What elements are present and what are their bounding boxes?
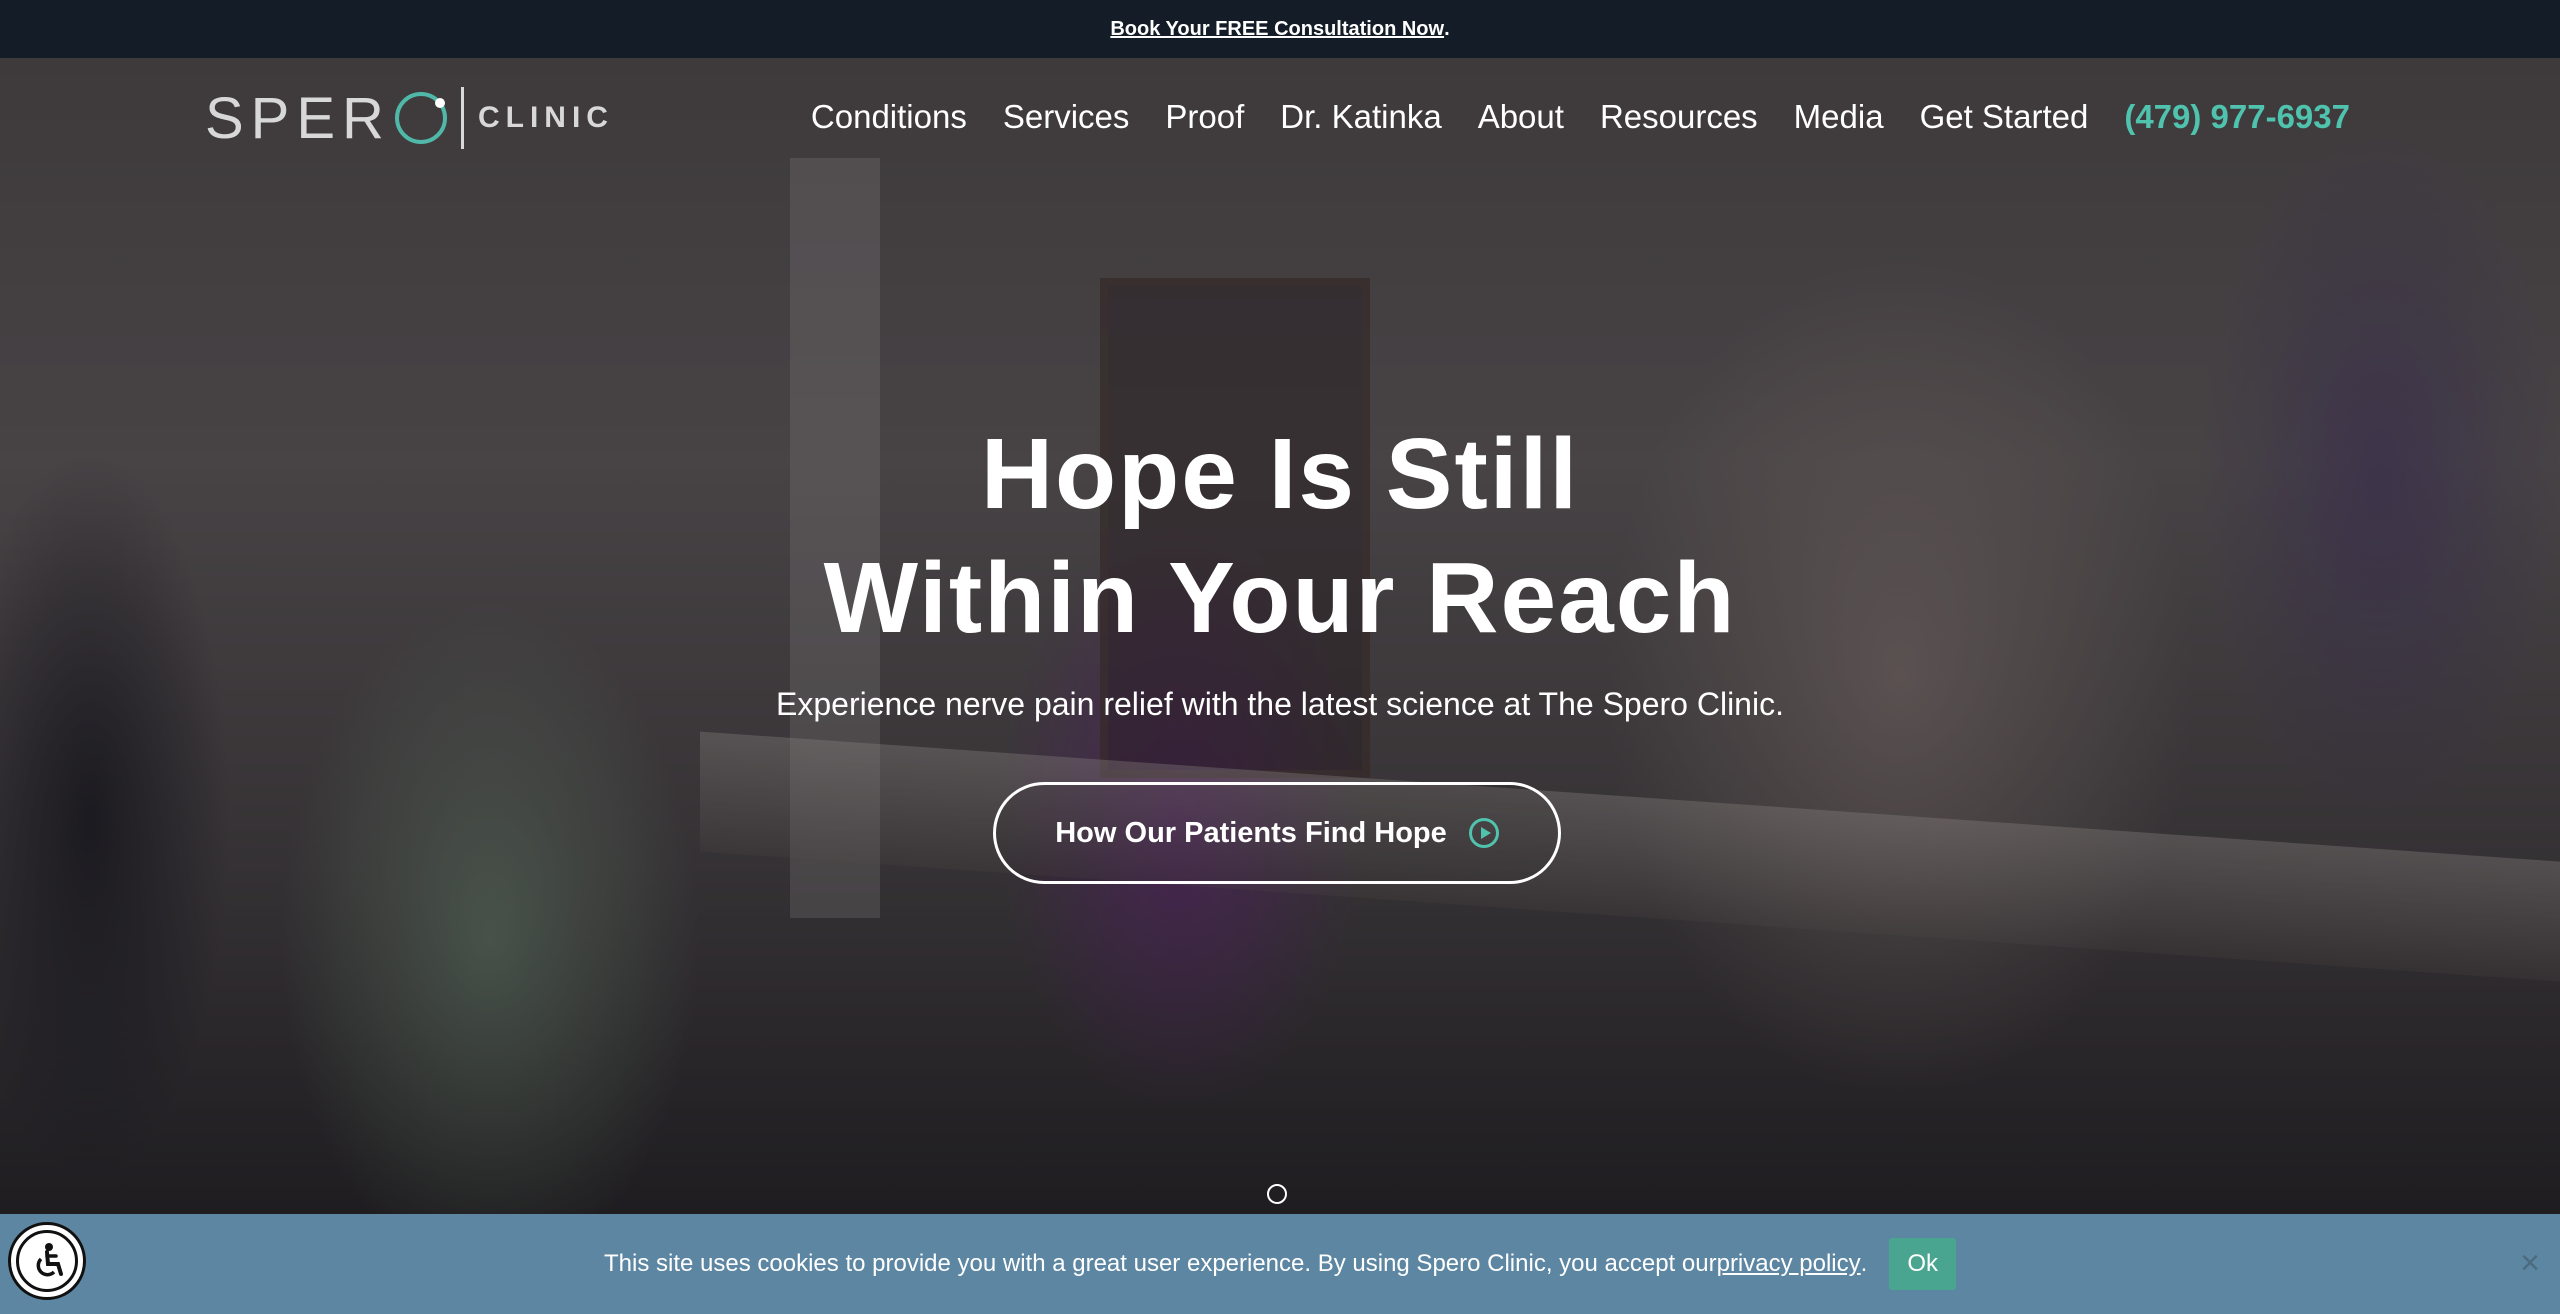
nav-item-services[interactable]: Services — [1003, 98, 1130, 136]
banner-suffix: . — [1444, 17, 1450, 40]
hero-subtitle: Experience nerve pain relief with the la… — [776, 686, 1784, 722]
hero-title: Hope Is Still Within Your Reach — [0, 412, 2560, 660]
play-circle-icon — [1468, 818, 1499, 848]
cookie-banner: This site uses cookies to provide you wi… — [0, 1214, 2560, 1314]
nav-item-media[interactable]: Media — [1794, 98, 1884, 136]
accessibility-button[interactable] — [8, 1222, 86, 1300]
nav-item-resources[interactable]: Resources — [1600, 98, 1758, 136]
spero-clinic-logo[interactable]: SPER CLINIC — [205, 85, 614, 151]
consultation-link[interactable]: Book Your FREE Consultation Now — [1110, 18, 1444, 41]
privacy-policy-link[interactable]: privacy policy — [1717, 1250, 1861, 1278]
top-announcement-bar: Book Your FREE Consultation Now. — [0, 0, 2560, 58]
slider-dot[interactable] — [1267, 1184, 1287, 1204]
patients-find-hope-button[interactable]: How Our Patients Find Hope — [993, 782, 1561, 884]
logo-divider — [460, 87, 464, 149]
hero-title-line-1: Hope Is Still — [980, 418, 1580, 530]
hero-content: Hope Is Still Within Your Reach Experien… — [0, 412, 2560, 723]
close-icon[interactable]: × — [2520, 1244, 2540, 1283]
main-navigation: SPER CLINIC Conditions Services Proof Dr… — [0, 58, 2560, 182]
accessibility-icon — [16, 1230, 78, 1292]
logo-clinic-text: CLINIC — [477, 101, 614, 134]
nav-menu: Conditions Services Proof Dr. Katinka Ab… — [811, 98, 2350, 136]
nav-item-dr-katinka[interactable]: Dr. Katinka — [1280, 98, 1441, 136]
cookie-suffix: . — [1860, 1250, 1868, 1277]
nav-item-proof[interactable]: Proof — [1165, 98, 1244, 136]
nav-phone-link[interactable]: (479) 977-6937 — [2124, 98, 2350, 136]
cookie-text: This site uses cookies to provide you wi… — [604, 1250, 1717, 1277]
hero-title-line-2: Within Your Reach — [823, 542, 1737, 654]
nav-item-get-started[interactable]: Get Started — [1920, 98, 2089, 136]
nav-item-about[interactable]: About — [1478, 98, 1564, 136]
cookie-ok-button[interactable]: Ok — [1889, 1238, 1956, 1290]
cta-label: How Our Patients Find Hope — [1055, 816, 1447, 849]
logo-spero-text: SPER — [205, 85, 391, 151]
nav-item-conditions[interactable]: Conditions — [811, 98, 967, 136]
logo-o-ring-icon — [394, 92, 447, 144]
